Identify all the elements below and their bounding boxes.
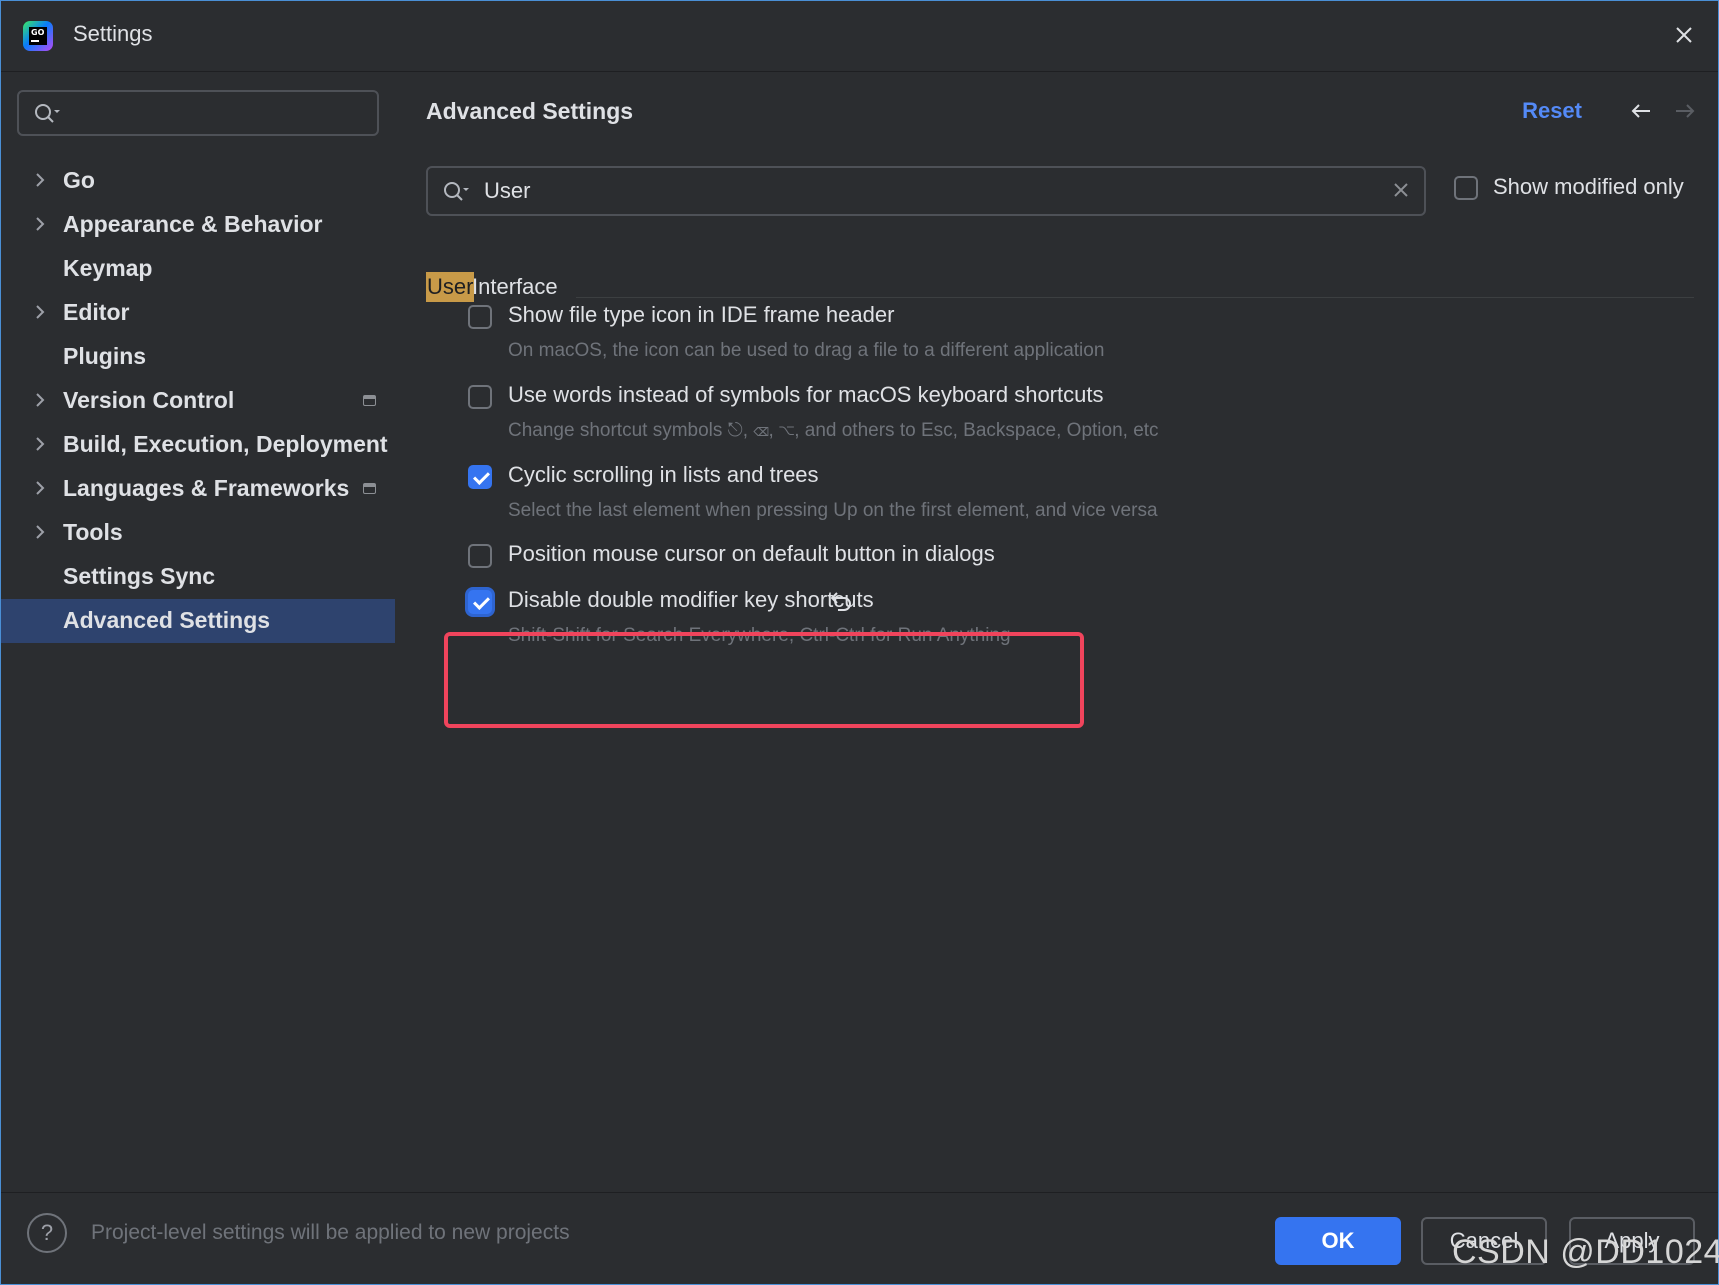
sidebar-item[interactable]: Go — [1, 159, 395, 203]
sidebar-item-label: Languages & Frameworks — [63, 475, 350, 501]
setting-checkbox[interactable] — [468, 465, 492, 489]
project-level-icon — [363, 395, 376, 406]
settings-tree: Go Appearance & Behavior Keymap Editor Plugi… — [1, 159, 395, 643]
sidebar-item[interactable]: Languages & Frameworks — [1, 467, 395, 511]
sidebar-item[interactable]: Settings Sync — [1, 555, 395, 599]
sidebar-item-label: Version Control — [63, 387, 235, 413]
setting-checkbox[interactable] — [468, 544, 492, 568]
sidebar-item[interactable]: Editor — [1, 291, 395, 335]
group-header-rest: Interface — [472, 274, 558, 299]
sidebar-item[interactable]: Advanced Settings — [1, 599, 395, 643]
reset-link[interactable]: Reset — [1522, 98, 1582, 124]
sidebar-item[interactable]: Appearance & Behavior — [1, 203, 395, 247]
project-level-icon — [363, 483, 376, 494]
sidebar-item-label: Advanced Settings — [63, 607, 271, 633]
setting-description: Select the last element when pressing Up… — [508, 500, 1158, 521]
setting-title[interactable]: Position mouse cursor on default button … — [508, 541, 995, 567]
close-icon — [1676, 27, 1692, 43]
search-icon — [444, 182, 469, 201]
show-modified-only-checkbox[interactable] — [1454, 176, 1478, 200]
settings-content: Advanced Settings Reset User Show modifi… — [396, 72, 1718, 1192]
title-bar: GO Settings — [1, 1, 1718, 72]
footer-note: Project-level settings will be applied t… — [91, 1221, 570, 1244]
sidebar-item-label: Plugins — [63, 343, 147, 369]
window-title: Settings — [73, 21, 153, 46]
setting-description: Change shortcut symbols ⎋, ⌫, ⌥, and oth… — [508, 420, 1159, 441]
chevron-right-icon[interactable] — [33, 479, 47, 497]
sidebar-item-label: Tools — [63, 519, 123, 545]
chevron-right-icon[interactable] — [33, 171, 47, 189]
logo-text: GO — [29, 27, 47, 45]
sidebar-search-input[interactable] — [17, 90, 379, 136]
sidebar-item-label: Keymap — [63, 255, 153, 281]
clear-filter-button[interactable] — [1392, 178, 1410, 206]
sidebar-item-label: Settings Sync — [63, 563, 216, 589]
page-title: Advanced Settings — [426, 98, 634, 124]
setting-checkbox[interactable] — [468, 305, 492, 329]
setting-title[interactable]: Use words instead of symbols for macOS k… — [508, 382, 1103, 408]
search-match-highlight: User — [426, 272, 475, 302]
ok-button[interactable]: OK — [1275, 1217, 1401, 1265]
settings-sidebar: Go Appearance & Behavior Keymap Editor Plugi… — [1, 72, 396, 1192]
chevron-right-icon[interactable] — [33, 435, 47, 453]
setting-title[interactable]: Cyclic scrolling in lists and trees — [508, 462, 819, 488]
setting-title[interactable]: Disable double modifier key shortcuts — [508, 587, 874, 613]
chevron-right-icon[interactable] — [33, 215, 47, 233]
watermark: CSDN @DD1024z — [1452, 1233, 1719, 1271]
sidebar-item-label: Build, Execution, Deployment — [63, 431, 388, 457]
annotation-highlight-box — [444, 632, 1084, 728]
settings-filter-input[interactable]: User — [426, 166, 1426, 216]
chevron-right-icon[interactable] — [33, 523, 47, 541]
chevron-right-icon[interactable] — [33, 303, 47, 321]
sidebar-item-label: Go — [63, 167, 95, 193]
back-arrow-icon[interactable] — [1628, 98, 1654, 124]
sidebar-item[interactable]: Version Control — [1, 379, 395, 423]
setting-title[interactable]: Show file type icon in IDE frame header — [508, 302, 894, 328]
group-divider — [576, 297, 1694, 298]
chevron-right-icon[interactable] — [33, 391, 47, 409]
forward-arrow-icon[interactable] — [1672, 98, 1698, 124]
sidebar-item[interactable]: Tools — [1, 511, 395, 555]
goland-logo-icon: GO — [23, 21, 53, 51]
setting-checkbox[interactable] — [468, 590, 492, 614]
help-button[interactable]: ? — [27, 1213, 67, 1253]
clear-icon — [1394, 183, 1408, 197]
sidebar-item[interactable]: Keymap — [1, 247, 395, 291]
close-button[interactable] — [1668, 19, 1700, 51]
setting-description: On macOS, the icon can be used to drag a… — [508, 340, 1105, 361]
show-modified-only-label[interactable]: Show modified only — [1493, 174, 1684, 200]
search-icon — [35, 104, 60, 123]
sidebar-item[interactable]: Build, Execution, Deployment — [1, 423, 395, 467]
filter-value: User — [484, 178, 531, 203]
sidebar-item-label: Editor — [63, 299, 130, 325]
setting-checkbox[interactable] — [468, 385, 492, 409]
sidebar-item[interactable]: Plugins — [1, 335, 395, 379]
sidebar-item-label: Appearance & Behavior — [63, 211, 323, 237]
revert-icon[interactable] — [828, 589, 856, 613]
settings-dialog: GO Settings Go Appearance & Behavior Keyma… — [0, 0, 1719, 1285]
